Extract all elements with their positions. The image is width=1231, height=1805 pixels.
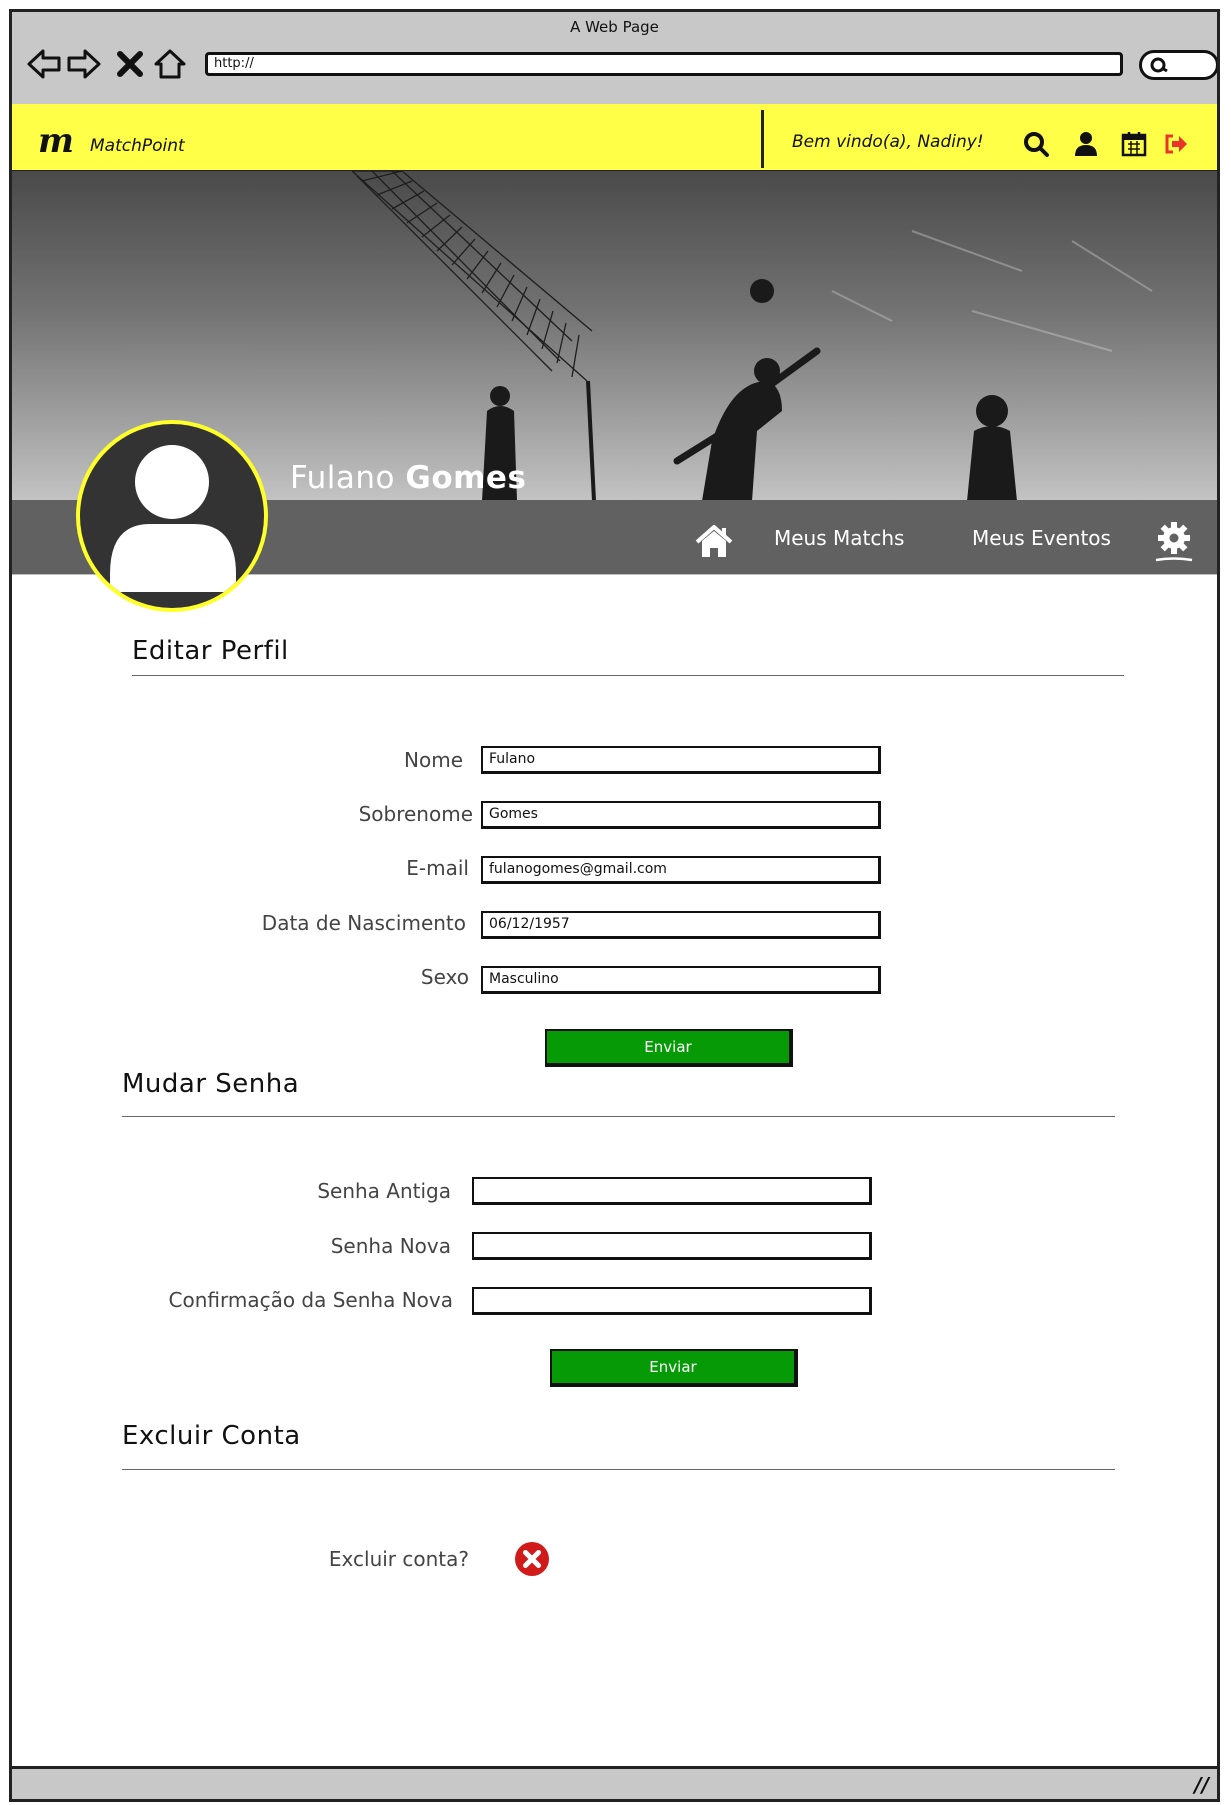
profile-first-name: Fulano bbox=[290, 460, 396, 496]
save-profile-button[interactable]: Enviar bbox=[545, 1029, 793, 1067]
label-gender: Sexo bbox=[420, 965, 469, 989]
browser-window: A Web Page http:// m MatchPoint Bem vind… bbox=[9, 9, 1220, 1802]
first-name-field[interactable]: Fulano bbox=[481, 746, 881, 774]
stop-icon[interactable] bbox=[112, 46, 148, 82]
address-bar[interactable]: http:// bbox=[205, 52, 1123, 76]
search-icon[interactable] bbox=[1022, 130, 1050, 158]
label-first-name: Nome bbox=[404, 748, 463, 772]
section-title-delete-account: Excluir Conta bbox=[122, 1421, 301, 1451]
forward-icon[interactable] bbox=[66, 46, 102, 82]
label-birth-date: Data de Nascimento bbox=[261, 911, 466, 935]
brand-name[interactable]: MatchPoint bbox=[90, 136, 185, 156]
logo[interactable]: m bbox=[38, 124, 74, 158]
back-icon[interactable] bbox=[26, 46, 62, 82]
section-divider bbox=[132, 675, 1124, 676]
profile-name: Fulano Gomes bbox=[290, 460, 526, 496]
calendar-icon[interactable] bbox=[1120, 130, 1148, 158]
section-divider bbox=[122, 1469, 1115, 1470]
gender-field[interactable]: Masculino bbox=[481, 966, 881, 994]
label-new-password: Senha Nova bbox=[330, 1234, 451, 1258]
user-icon[interactable] bbox=[1072, 130, 1100, 158]
section-title-edit-profile: Editar Perfil bbox=[132, 636, 289, 666]
profile-last-name: Gomes bbox=[405, 460, 527, 496]
label-old-password: Senha Antiga bbox=[317, 1179, 451, 1203]
browser-chrome: A Web Page http:// bbox=[12, 12, 1217, 107]
avatar[interactable] bbox=[76, 420, 268, 612]
change-password-button[interactable]: Enviar bbox=[550, 1349, 798, 1387]
section-title-change-password: Mudar Senha bbox=[122, 1069, 300, 1099]
label-last-name: Sobrenome bbox=[358, 802, 473, 826]
old-password-field[interactable] bbox=[472, 1177, 872, 1205]
delete-account-question: Excluir conta? bbox=[328, 1547, 469, 1571]
home-nav-icon[interactable] bbox=[152, 46, 188, 82]
tab-my-events[interactable]: Meus Eventos bbox=[972, 526, 1111, 550]
section-divider bbox=[122, 1116, 1115, 1117]
label-confirm-password: Confirmação da Senha Nova bbox=[168, 1288, 454, 1312]
email-field[interactable]: fulanogomes@gmail.com bbox=[481, 856, 881, 884]
logout-icon[interactable] bbox=[1162, 130, 1190, 158]
app-header: m MatchPoint Bem vindo(a), Nadiny! bbox=[12, 104, 1217, 172]
last-name-field[interactable]: Gomes bbox=[481, 801, 881, 829]
tab-my-matches[interactable]: Meus Matchs bbox=[774, 526, 904, 550]
home-icon[interactable] bbox=[695, 524, 733, 560]
delete-icon[interactable] bbox=[515, 1542, 549, 1576]
gear-icon[interactable] bbox=[1154, 520, 1194, 564]
window-title: A Web Page bbox=[570, 18, 659, 36]
default-user-icon bbox=[110, 445, 236, 592]
browser-search-box[interactable] bbox=[1139, 50, 1217, 80]
new-password-field[interactable] bbox=[472, 1232, 872, 1260]
birth-date-field[interactable]: 06/12/1957 bbox=[481, 911, 881, 939]
magnifier-icon bbox=[1150, 57, 1168, 73]
confirm-password-field[interactable] bbox=[472, 1287, 872, 1315]
resize-handle-icon[interactable]: // bbox=[1194, 1773, 1209, 1797]
browser-status-bar: // bbox=[12, 1766, 1217, 1799]
label-email: E-mail bbox=[406, 856, 469, 880]
welcome-message: Bem vindo(a), Nadiny! bbox=[792, 132, 984, 152]
header-divider bbox=[761, 110, 764, 168]
